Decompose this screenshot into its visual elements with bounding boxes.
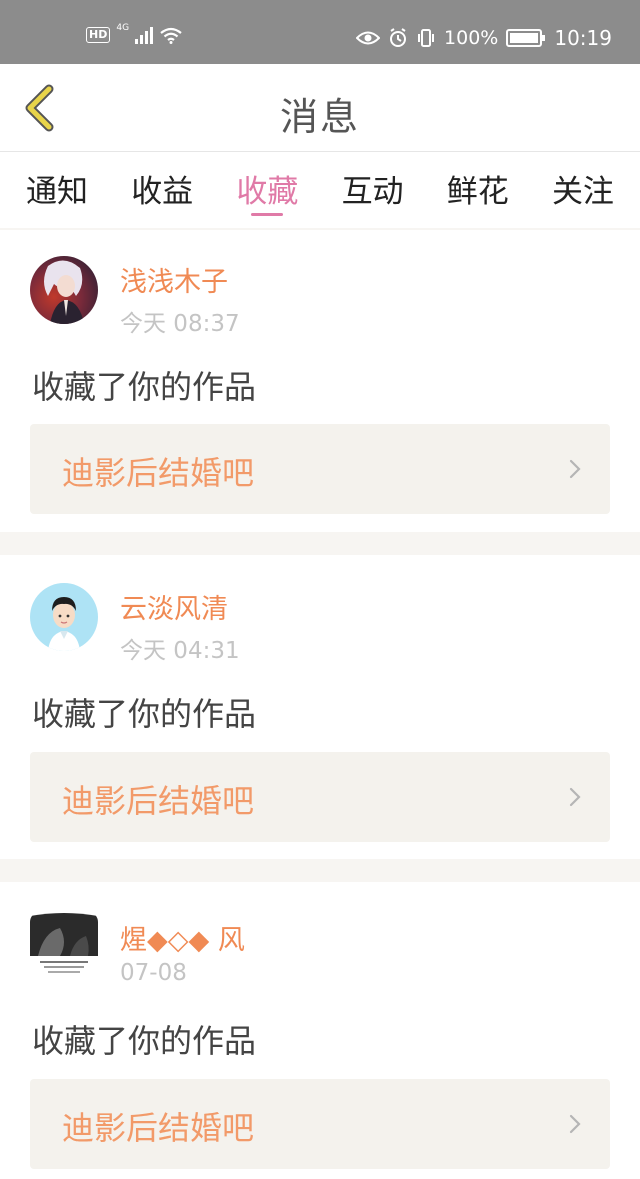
battery-percent: 100% [444, 27, 499, 49]
tab-flowers[interactable]: 鲜花 [447, 152, 509, 228]
avatar[interactable] [30, 912, 98, 980]
hd-badge: HD [86, 27, 111, 43]
tab-label: 收藏 [236, 174, 299, 210]
tab-label: 收益 [131, 174, 194, 210]
tab-label: 关注 [551, 174, 614, 210]
avatar[interactable] [30, 583, 98, 651]
tab-earnings[interactable]: 收益 [131, 152, 193, 228]
chevron-right-icon [569, 787, 581, 807]
clock: 10:19 [554, 26, 612, 50]
work-title: 迪影后结婚吧 [62, 1109, 255, 1147]
message-card: 云淡风清 今天 04:31 收藏了你的作品 迪影后结婚吧 [0, 555, 640, 859]
work-link[interactable]: 迪影后结婚吧 [30, 424, 610, 514]
work-title: 迪影后结婚吧 [62, 454, 255, 492]
app-header: 消息 [0, 64, 640, 152]
tab-label: 鲜花 [446, 174, 509, 210]
message-card: 浅浅木子 今天 08:37 收藏了你的作品 迪影后结婚吧 [0, 230, 640, 532]
alarm-icon [390, 28, 407, 47]
user-name[interactable]: 煋◆◇◆ 风 [120, 918, 245, 957]
message-action: 收藏了你的作品 [32, 1022, 257, 1060]
tab-indicator [251, 213, 284, 216]
status-left: HD 4G [86, 23, 183, 44]
message-time: 今天 04:31 [120, 638, 240, 664]
tab-label: 互动 [341, 174, 404, 210]
avatar-image [30, 912, 98, 980]
tab-favorites[interactable]: 收藏 [236, 152, 298, 228]
tab-label: 通知 [26, 174, 88, 210]
message-card: 煋◆◇◆ 风 07-08 收藏了你的作品 迪影后结婚吧 [0, 882, 640, 1179]
avatar-image [30, 583, 98, 651]
avatar-image [30, 256, 98, 324]
tab-follows[interactable]: 关注 [552, 152, 614, 228]
signal-icon [135, 26, 154, 44]
network-type: 4G [116, 23, 130, 33]
page-title: 消息 [279, 95, 360, 139]
status-right: 100% 10:19 [356, 26, 612, 50]
work-link[interactable]: 迪影后结婚吧 [30, 752, 610, 842]
message-action: 收藏了你的作品 [32, 695, 257, 733]
status-bar: HD 4G 100% 10:19 [0, 0, 640, 64]
work-title: 迪影后结婚吧 [62, 782, 255, 820]
tab-interactions[interactable]: 互动 [342, 152, 404, 228]
eye-icon [356, 31, 381, 45]
message-action: 收藏了你的作品 [32, 368, 257, 406]
tab-bar: 通知 收益 收藏 互动 鲜花 关注 [0, 152, 640, 228]
user-name[interactable]: 浅浅木子 [120, 260, 228, 299]
chevron-right-icon [569, 1114, 581, 1134]
message-time: 07-08 [120, 960, 187, 986]
tab-notifications[interactable]: 通知 [26, 152, 88, 228]
avatar[interactable] [30, 256, 98, 324]
wifi-icon [160, 27, 182, 44]
user-name[interactable]: 云淡风清 [120, 587, 228, 626]
work-link[interactable]: 迪影后结婚吧 [30, 1079, 610, 1169]
battery-icon [506, 29, 546, 47]
chevron-right-icon [569, 459, 581, 479]
vibrate-icon [418, 29, 435, 47]
message-time: 今天 08:37 [120, 311, 240, 337]
